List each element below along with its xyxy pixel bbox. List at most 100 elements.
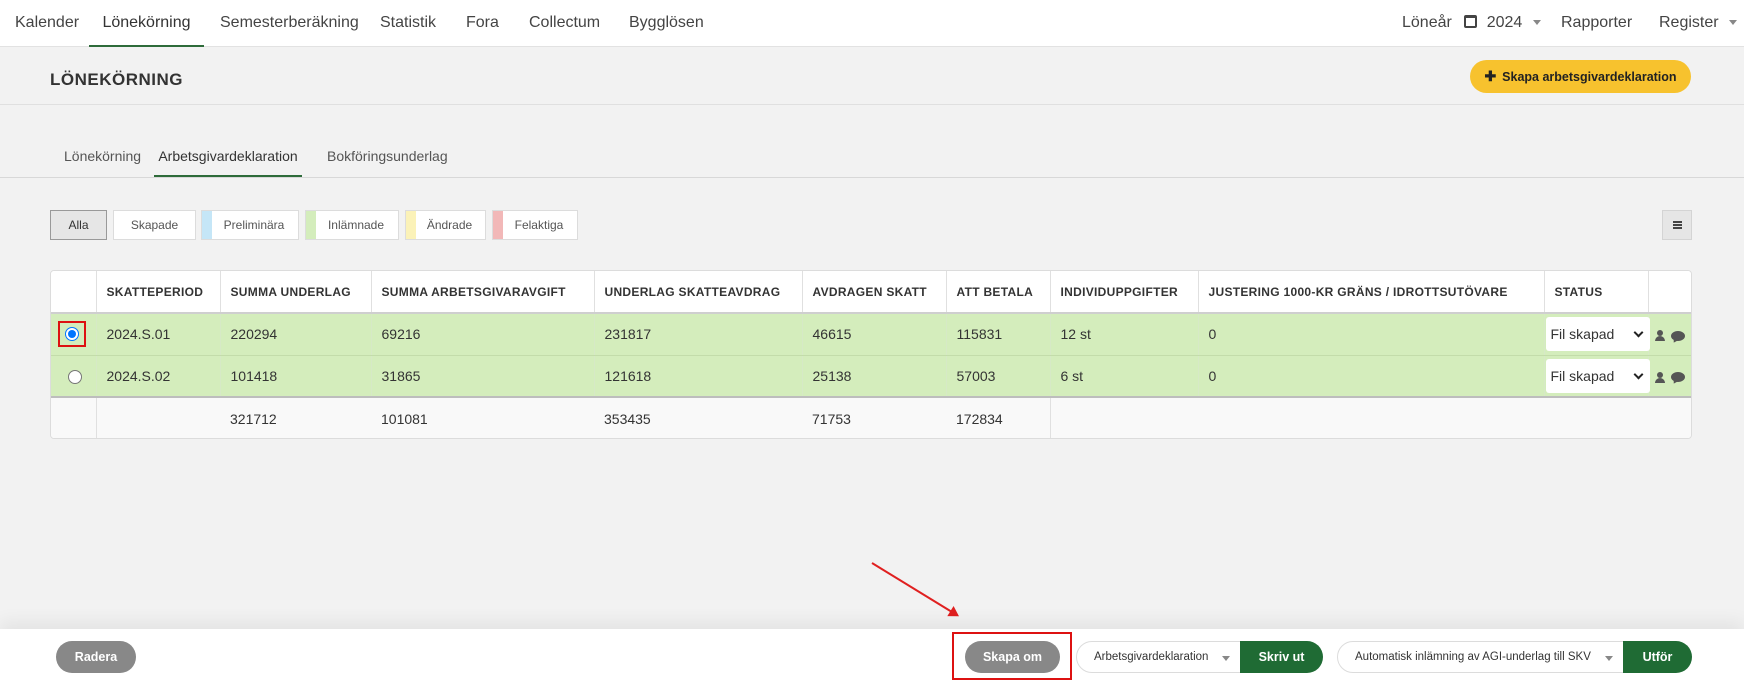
cell-att-betala: 57003: [946, 355, 1051, 398]
cell-individuppgifter: 12 st: [1050, 313, 1199, 356]
cell-actions: [1648, 355, 1691, 398]
total-summa-arbetsgivaravgift: 101081: [371, 396, 594, 438]
status-color-strip: [306, 211, 316, 239]
status-color-strip: [493, 211, 503, 239]
column-header[interactable]: JUSTERING 1000-KR GRÄNS / IDROTTSUTÖVARE: [1198, 271, 1545, 314]
total-summa-underlag: 321712: [220, 396, 371, 438]
column-header-actions: [1648, 271, 1691, 314]
column-header[interactable]: AVDRAGEN SKATT: [802, 271, 947, 314]
print-type-value: Arbetsgivardeklaration: [1094, 651, 1209, 663]
filter-preliminara[interactable]: Preliminära: [201, 210, 299, 240]
cell-individuppgifter: 6 st: [1050, 355, 1199, 398]
nav-semesterberakning[interactable]: Semesterberäkning: [220, 0, 359, 47]
totals-empty-cell: [1198, 396, 1544, 438]
totals-empty-cell: [1050, 396, 1198, 438]
cell-period: 2024.S.02: [96, 355, 221, 398]
column-header[interactable]: UNDERLAG SKATTEAVDRAG: [594, 271, 803, 314]
comment-icon[interactable]: [1670, 372, 1685, 383]
tab-arbetsgivardeklaration[interactable]: Arbetsgivardeklaration: [154, 148, 302, 177]
cell-summa-underlag: 220294: [220, 313, 372, 356]
row-radio[interactable]: [68, 369, 82, 384]
execute-button[interactable]: Utför: [1623, 641, 1692, 673]
status-select-value: Fil skapad: [1550, 367, 1615, 384]
user-icon[interactable]: [1654, 371, 1665, 383]
comment-icon[interactable]: [1670, 330, 1685, 341]
column-header-select: [51, 271, 97, 314]
cell-period: 2024.S.01: [96, 313, 221, 356]
cell-justering: 0: [1198, 355, 1545, 398]
list-icon: [1673, 221, 1682, 229]
print-type-select[interactable]: Arbetsgivardeklaration: [1076, 641, 1241, 673]
nav-register-label: Register: [1659, 14, 1719, 31]
chevron-down-icon: [1633, 327, 1643, 338]
nav-bygglosen[interactable]: Bygglösen: [629, 0, 704, 47]
nav-register[interactable]: Register: [1659, 0, 1738, 47]
submit-action-select[interactable]: Automatisk inlämning av AGI-underlag til…: [1337, 641, 1624, 673]
tab-bokforingsunderlag[interactable]: Bokföringsunderlag: [327, 148, 448, 177]
nav-statistik[interactable]: Statistik: [380, 0, 436, 47]
delete-button[interactable]: Radera: [56, 641, 136, 673]
status-color-strip: [406, 211, 416, 239]
status-select[interactable]: Fil skapad: [1545, 358, 1650, 393]
table-row[interactable]: 2024.S.02 101418 31865 121618 25138 5700…: [51, 355, 1691, 398]
nav-rapporter[interactable]: Rapporter: [1561, 0, 1632, 47]
tab-lonekorning[interactable]: Lönekörning: [64, 148, 141, 177]
filter-inlamnade[interactable]: Inlämnade: [305, 210, 399, 240]
cell-summa-arbetsgivaravgift: 69216: [371, 313, 595, 356]
column-header[interactable]: INDIVIDUPPGIFTER: [1050, 271, 1199, 314]
year-label: Löneår: [1402, 14, 1452, 31]
selection-highlight: [58, 321, 86, 348]
print-group: Arbetsgivardeklaration Skriv ut: [1076, 641, 1323, 673]
cell-status: Fil skapad: [1544, 355, 1650, 398]
filter-alla[interactable]: Alla: [50, 210, 107, 240]
cell-underlag-skatteavdrag: 231817: [594, 313, 803, 356]
totals-row: 321712 101081 353435 71753 172834: [51, 396, 1691, 438]
declarations-table: SKATTEPERIOD SUMMA UNDERLAG SUMMA ARBETS…: [50, 270, 1692, 439]
header-divider: [0, 104, 1744, 105]
cell-att-betala: 115831: [946, 313, 1051, 356]
status-select[interactable]: Fil skapad: [1545, 317, 1650, 352]
filter-felaktiga[interactable]: Felaktiga: [492, 210, 578, 240]
nav-fora[interactable]: Fora: [466, 0, 499, 47]
total-underlag-skatteavdrag: 353435: [594, 396, 802, 438]
create-declaration-label: Skapa arbetsgivardeklaration: [1502, 70, 1677, 84]
cell-avdragen-skatt: 25138: [802, 355, 947, 398]
year-value: 2024: [1486, 14, 1523, 31]
chevron-down-icon: [1222, 656, 1230, 661]
column-menu-button[interactable]: [1662, 210, 1692, 240]
status-color-strip: [202, 211, 212, 239]
column-header[interactable]: STATUS: [1544, 271, 1649, 314]
table-header-row: SKATTEPERIOD SUMMA UNDERLAG SUMMA ARBETS…: [51, 271, 1691, 314]
nav-lonekorning[interactable]: Lönekörning: [89, 0, 204, 47]
submit-group: Automatisk inlämning av AGI-underlag til…: [1337, 641, 1692, 673]
totals-empty-cell: [96, 396, 220, 438]
chevron-down-icon: [1633, 369, 1643, 380]
column-header[interactable]: SKATTEPERIOD: [96, 271, 221, 314]
recreate-button[interactable]: Skapa om: [965, 641, 1060, 673]
submit-action-value: Automatisk inlämning av AGI-underlag til…: [1355, 651, 1591, 663]
column-header[interactable]: ATT BETALA: [946, 271, 1051, 314]
plus-icon: ✚: [1484, 68, 1497, 84]
total-att-betala: 172834: [946, 396, 1051, 438]
nav-collectum[interactable]: Collectum: [529, 0, 600, 47]
cell-actions: [1648, 313, 1691, 356]
tabs-divider: [0, 177, 1744, 178]
filter-skapade[interactable]: Skapade: [113, 210, 196, 240]
total-avdragen-skatt: 71753: [802, 396, 946, 438]
chevron-down-icon: [1532, 20, 1541, 26]
totals-empty-cell: [1648, 396, 1691, 438]
cell-underlag-skatteavdrag: 121618: [594, 355, 803, 398]
nav-kalender[interactable]: Kalender: [15, 0, 79, 47]
table-row[interactable]: 2024.S.01 220294 69216 231817 46615 1158…: [51, 313, 1691, 356]
print-button[interactable]: Skriv ut: [1240, 641, 1323, 673]
create-declaration-button[interactable]: ✚ Skapa arbetsgivardeklaration: [1470, 60, 1691, 93]
row-radio[interactable]: [65, 327, 79, 342]
filter-andrade[interactable]: Ändrade: [405, 210, 486, 240]
column-header[interactable]: SUMMA ARBETSGIVARAVGIFT: [371, 271, 595, 314]
filter-inlamnade-label: Inlämnade: [327, 218, 385, 232]
cell-justering: 0: [1198, 313, 1545, 356]
user-icon[interactable]: [1654, 330, 1665, 342]
chevron-down-icon: [1605, 656, 1613, 661]
year-selector[interactable]: Löneår 2024: [1402, 0, 1541, 47]
column-header[interactable]: SUMMA UNDERLAG: [220, 271, 372, 314]
